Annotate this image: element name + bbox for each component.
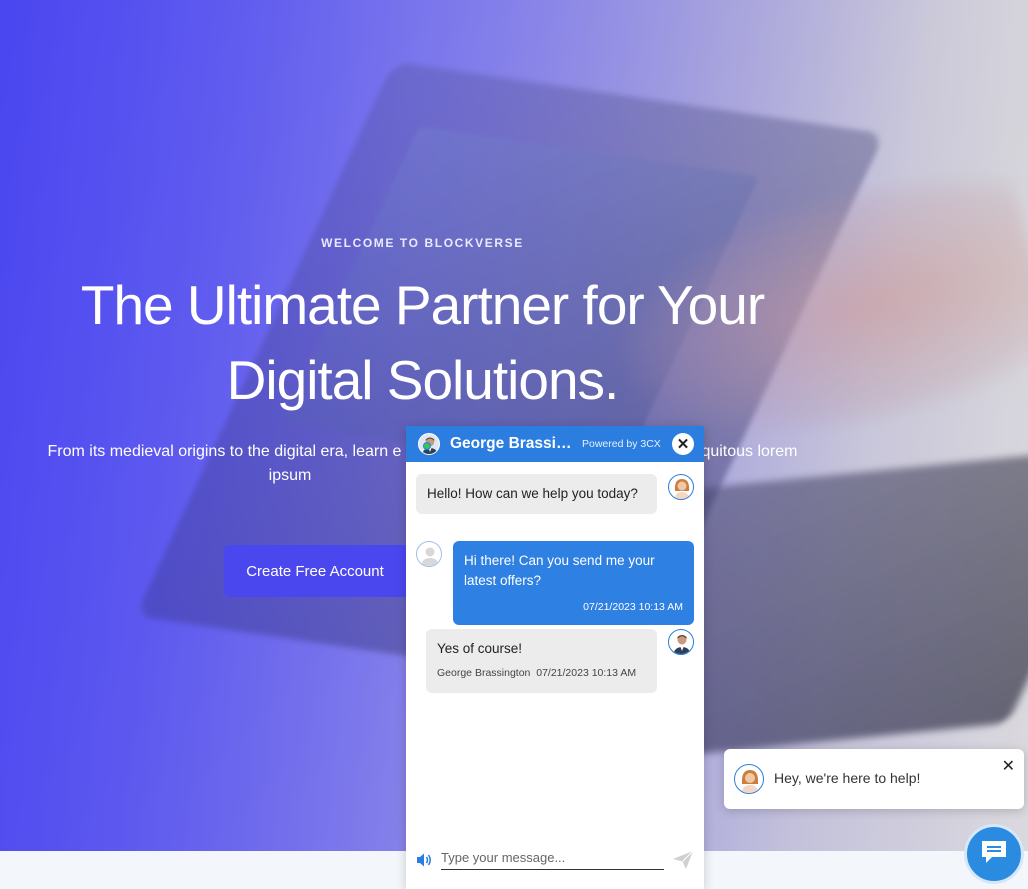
message-timestamp: 07/21/2023 10:13 AM (536, 667, 637, 679)
message-meta: George Brassington 07/21/2023 10:13 AM (437, 663, 646, 683)
chat-message-incoming: Yes of course! George Brassington 07/21/… (426, 629, 657, 693)
chat-header: George Brassin... Powered by 3CX ✕ (406, 426, 704, 462)
agent-male-avatar (668, 629, 694, 655)
chat-input-row (406, 840, 704, 880)
live-chat-window: George Brassin... Powered by 3CX ✕ Hello… (406, 426, 704, 889)
headline-line-2: Digital Solutions. (226, 349, 620, 411)
send-icon[interactable] (672, 850, 694, 870)
subtext-line1-right: quitous lorem (701, 443, 798, 460)
chat-launcher-button[interactable] (964, 824, 1024, 884)
create-free-account-button[interactable]: Create Free Account (224, 545, 420, 597)
online-status-dot (423, 442, 431, 450)
chat-close-button[interactable]: ✕ (672, 433, 694, 455)
subtext-line1-left: From its medieval origins to the digital… (47, 443, 402, 460)
agent-female-avatar (668, 474, 694, 500)
chat-message-incoming: Hello! How can we help you today? (416, 474, 657, 514)
hero-headline: The Ultimate Partner for Your Digital So… (0, 268, 845, 418)
chat-message-outgoing: Hi there! Can you send me your latest of… (453, 541, 694, 625)
powered-by-label[interactable]: Powered by 3CX (582, 438, 661, 450)
greeting-close-icon[interactable]: ✕ (1002, 759, 1015, 775)
message-timestamp: 07/21/2023 10:13 AM (583, 601, 683, 613)
speaker-icon[interactable] (416, 852, 434, 868)
message-text: Hello! How can we help you today? (427, 486, 638, 501)
agent-name: George Brassin... (450, 435, 578, 452)
message-sender: George Brassington (437, 667, 531, 679)
hero-eyebrow: WELCOME TO BLOCKVERSE (321, 236, 524, 250)
chat-bubble-icon (980, 839, 1008, 870)
subtext-line2: ipsum (268, 467, 312, 484)
message-text: Yes of course! (437, 641, 523, 656)
headline-line-1: The Ultimate Partner for Your (80, 274, 765, 336)
greeting-popup[interactable]: Hey, we're here to help! ✕ (724, 749, 1024, 809)
message-text: Hi there! Can you send me your latest of… (464, 553, 655, 588)
agent-female-avatar (734, 764, 764, 794)
close-icon: ✕ (676, 435, 690, 453)
chat-message-input[interactable] (441, 846, 664, 870)
greeting-text: Hey, we're here to help! (774, 770, 921, 786)
visitor-avatar (416, 541, 442, 567)
